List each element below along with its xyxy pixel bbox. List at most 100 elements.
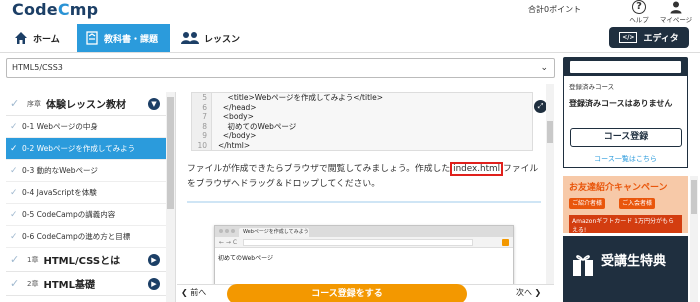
line-number: 10 (192, 140, 212, 150)
check-icon: ✓ (10, 187, 18, 198)
nav-arrows-icon: ← → C (219, 239, 238, 246)
chapter-title: HTML基礎 (43, 280, 95, 291)
chapter-item[interactable]: ✓ 1章 HTML/CSSとは ▶ (6, 248, 166, 272)
lesson-footer: ❮ 前へ コース登録をする 次へ ❯ (177, 284, 554, 302)
section-label: 0-1 Webページの中身 (22, 122, 98, 131)
menu-icon (502, 239, 509, 246)
section-item[interactable]: ✓ 0-6 CodeCampの進め方と目標 (6, 226, 166, 248)
student-benefit-banner[interactable]: 受講生特典 (563, 236, 688, 302)
chevron-right-icon: ▶ (148, 278, 160, 290)
friend-referral-banner[interactable]: お友達紹介キャンペーン ご紹介者様 ご入会者様 Amazonギフトカード 1万円… (563, 176, 688, 233)
next-button[interactable]: 次へ ❯ (516, 287, 541, 298)
code-line: 7 <body> (192, 112, 532, 122)
mypage-button[interactable]: マイページ (658, 0, 694, 24)
section-item[interactable]: ✓ 0-1 Webページの中身 (6, 116, 166, 138)
content-scrollbar[interactable] (546, 84, 554, 284)
instruction-text-part1: ファイルが作成できたらブラウザで閲覧してみましょう。作成した (187, 164, 451, 174)
url-field (243, 239, 473, 246)
logo-text-code: Code (12, 0, 58, 19)
section-label: 0-6 CodeCampの進め方と目標 (22, 232, 131, 241)
codecamp-logo[interactable]: CodeCmp (12, 0, 98, 19)
gift-icon (573, 255, 593, 276)
chapter-number: 序章 (27, 99, 41, 108)
banner-title: お友達紹介キャンペーン (569, 183, 668, 193)
mypage-label: マイページ (659, 16, 693, 24)
section-label: 0-2 Webページを作成してみよう (22, 144, 136, 153)
section-item[interactable]: ✓ 0-5 CodeCampの講義内容 (6, 204, 166, 226)
banner-tag: ご紹介者様 (569, 198, 606, 209)
divider (187, 201, 541, 203)
section-item[interactable]: ✓ 0-4 JavaScriptを体験 (6, 182, 166, 204)
enrolled-courses-empty-message: 登録済みコースはありません (569, 99, 673, 108)
line-number: 5 (192, 93, 212, 103)
logo-text-c: C (57, 0, 70, 19)
scrollbar-thumb[interactable] (167, 97, 174, 209)
sidebar-scrollbar[interactable] (166, 92, 175, 302)
tab-textbook-label: 教科書・課題 (104, 34, 159, 45)
course-list-link[interactable]: コース一覧はこちら (564, 154, 687, 164)
page-scrollbar[interactable] (690, 176, 698, 302)
next-label: 次へ (516, 288, 532, 297)
home-icon (15, 32, 27, 44)
highlighted-filename: index.html (450, 162, 504, 176)
line-number: 7 (192, 112, 212, 122)
code-line: 10 </html> (192, 140, 532, 150)
chevron-right-icon: ▶ (148, 254, 160, 266)
check-icon: ✓ (10, 97, 20, 110)
check-icon: ✓ (10, 231, 18, 242)
code-line: 9 </body> (192, 131, 532, 141)
section-label: 0-4 JavaScriptを体験 (22, 188, 97, 197)
banner-gift-text: Amazonギフトカード 1万円分がもらえる! (569, 215, 682, 233)
banner-tag: ご入会者様 (619, 198, 656, 209)
chapter-number: 1章 (27, 255, 39, 264)
points-total: 合計0ポイント (528, 5, 582, 14)
check-icon: ✓ (10, 121, 18, 132)
code-tag-icon: </> (619, 32, 638, 43)
code-line: 5 <title>Webページを作成してみよう</title> (192, 93, 532, 103)
enroll-course-button[interactable]: コース登録をする (227, 284, 467, 302)
tab-lesson-label: レッスン (204, 34, 241, 45)
chevron-right-icon: ❯ (534, 288, 542, 297)
code-text: </body> (218, 131, 257, 141)
check-icon: ✓ (10, 209, 18, 220)
chapter-title: 体験レッスン教材 (46, 100, 126, 111)
section-item-active[interactable]: ✓ 0-2 Webページを作成してみよう (6, 138, 166, 160)
code-text: </head> (218, 102, 257, 112)
code-text: <title>Webページを作成してみよう</title> (218, 93, 384, 102)
tab-home[interactable]: ホーム (6, 24, 68, 52)
course-select-value: HTML5/CSS3 (12, 63, 63, 72)
window-controls-icon (219, 229, 235, 233)
section-item[interactable]: ✓ 0-3 動的なWebページ (6, 160, 166, 182)
scrollbar-thumb[interactable] (547, 121, 553, 143)
course-register-button[interactable]: コース登録 (570, 128, 682, 147)
help-button[interactable]: ? ヘルプ (621, 0, 657, 24)
chevron-down-icon: ▼ (148, 98, 160, 110)
code-text: </html> (218, 140, 251, 150)
line-number: 6 (192, 102, 212, 113)
help-label: ヘルプ (629, 16, 649, 24)
users-icon (181, 32, 199, 44)
check-icon: ✓ (10, 143, 18, 154)
account-panel: さん 登録済みコース 登録済みコースはありません コース登録 コース一覧はこちら (563, 57, 688, 168)
editor-button[interactable]: </> エディタ (609, 27, 689, 48)
top-header: CodeCmp 合計0ポイント ? ヘルプ マイページ (0, 0, 700, 24)
instruction-text: ファイルが作成できたらブラウザで閲覧してみましょう。作成した index.html… (187, 162, 542, 192)
chapter-item[interactable]: ✓ 2章 HTML基礎 ▶ (6, 272, 166, 296)
prev-label: 前へ (190, 288, 207, 297)
chevron-down-icon: ⌄ (540, 63, 548, 73)
logo-text-mp: mp (69, 0, 99, 19)
tab-textbook[interactable]: 教科書・課題 (77, 24, 170, 52)
lesson-sidebar: ✓ 序章 体験レッスン教材 ▼ ✓ 0-1 Webページの中身 ✓ 0-2 We… (6, 92, 176, 302)
prev-button[interactable]: ❮ 前へ (181, 287, 206, 298)
section-label: 0-5 CodeCampの講義内容 (22, 210, 116, 219)
scrollbar-thumb[interactable] (691, 180, 697, 214)
browser-page-text: 初めてのWebページ (218, 255, 273, 262)
line-number: 9 (192, 131, 212, 141)
enrolled-courses-label: 登録済みコース (569, 83, 615, 91)
tab-lesson[interactable]: レッスン (173, 24, 248, 52)
browser-screenshot: Webページを作成してみよう ← → C 初めてのWebページ (214, 225, 514, 284)
chapter-item[interactable]: ✓ 序章 体験レッスン教材 ▼ (6, 92, 166, 116)
section-label: 0-3 動的なWebページ (22, 166, 98, 175)
code-line: 8 初めてのWebページ (192, 121, 532, 132)
course-select[interactable]: HTML5/CSS3 ⌄ (6, 58, 555, 78)
